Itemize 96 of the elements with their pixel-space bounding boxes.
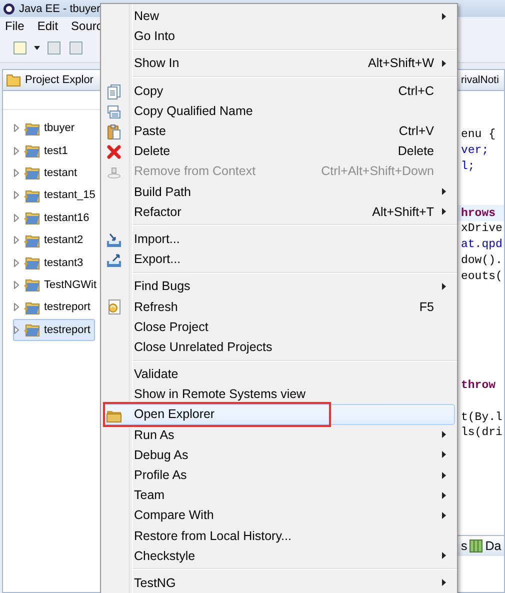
menu-item[interactable]: Copy Ctrl+C bbox=[103, 80, 455, 101]
menu-bar-item[interactable]: Edit bbox=[37, 18, 58, 32]
copy-icon bbox=[106, 84, 122, 100]
project-tree-item[interactable]: TestNGWit bbox=[44, 278, 97, 291]
project-folder-icon bbox=[23, 300, 40, 315]
expand-arrow-icon[interactable] bbox=[14, 146, 19, 155]
menu-item[interactable]: Profile As bbox=[103, 464, 455, 486]
expand-arrow-icon[interactable] bbox=[14, 326, 19, 334]
code-line: l; bbox=[461, 160, 475, 173]
code-line: throw bbox=[461, 379, 496, 392]
project-folder-icon bbox=[23, 188, 40, 203]
window-title: Java EE - tbuyer bbox=[19, 2, 100, 14]
export-icon bbox=[106, 252, 122, 268]
menu-item[interactable]: Show In Alt+Shift+W bbox=[103, 53, 455, 74]
submenu-arrow-icon bbox=[442, 60, 446, 67]
code-line: ls(dri bbox=[461, 426, 502, 440]
menu-item[interactable]: Close Project bbox=[103, 316, 455, 337]
menu-item[interactable]: Debug As bbox=[103, 444, 455, 465]
menu-item[interactable]: Checkstyle bbox=[103, 546, 455, 566]
submenu-arrow-icon bbox=[442, 552, 446, 560]
submenu-arrow-icon bbox=[442, 512, 446, 519]
project-tree-item[interactable]: testant_15 bbox=[44, 189, 96, 202]
menu-item[interactable]: Export... bbox=[103, 249, 455, 270]
submenu-arrow-icon bbox=[442, 282, 446, 290]
expand-arrow-icon[interactable] bbox=[14, 303, 19, 312]
code-line: ver; bbox=[461, 144, 489, 158]
submenu-arrow-icon bbox=[442, 12, 446, 20]
project-folder-icon bbox=[23, 277, 40, 292]
project-folder-icon bbox=[23, 165, 40, 180]
paste-icon bbox=[106, 124, 122, 140]
menu-item[interactable]: Open Explorer bbox=[103, 404, 455, 425]
expand-arrow-icon[interactable] bbox=[14, 191, 19, 200]
submenu-arrow-icon bbox=[442, 492, 446, 499]
code-line: xDrive bbox=[461, 222, 502, 236]
project-folder-icon bbox=[23, 255, 40, 270]
project-tree-item[interactable]: testant2 bbox=[44, 234, 84, 246]
project-tree-item[interactable]: tbuyer bbox=[44, 122, 75, 134]
code-line: hrows bbox=[461, 206, 496, 220]
app-logo-icon bbox=[3, 2, 15, 14]
map-icon bbox=[469, 539, 484, 553]
menu-item[interactable]: Refresh F5 bbox=[103, 296, 455, 317]
menu-item[interactable]: Run As bbox=[103, 424, 455, 445]
menu-item[interactable]: New bbox=[103, 6, 455, 26]
project-tree-item[interactable]: testant bbox=[44, 166, 78, 179]
menu-item[interactable]: TestNG bbox=[103, 572, 455, 593]
menu-item[interactable]: Delete Delete bbox=[103, 141, 455, 162]
menu-item[interactable]: Copy Qualified Name bbox=[103, 100, 455, 121]
refresh-icon bbox=[106, 299, 122, 316]
import-icon bbox=[106, 232, 122, 248]
code-line: eouts( bbox=[461, 270, 502, 283]
code-line: enu { bbox=[461, 128, 496, 142]
panel-tab[interactable]: s bbox=[461, 539, 468, 553]
code-line: dow(). bbox=[461, 254, 502, 267]
submenu-arrow-icon bbox=[442, 472, 446, 479]
menu-item[interactable]: Paste Ctrl+V bbox=[103, 120, 455, 142]
code-line: at.qpd bbox=[461, 238, 502, 252]
project-folder-icon bbox=[23, 322, 40, 338]
submenu-arrow-icon bbox=[442, 431, 446, 438]
delete-icon bbox=[106, 144, 122, 160]
editor-tab[interactable]: rivalNoti bbox=[461, 74, 499, 86]
project-tree-item[interactable]: testant16 bbox=[44, 212, 90, 224]
copy-icon bbox=[106, 104, 122, 120]
menu-item[interactable]: Close Unrelated Projects bbox=[103, 336, 455, 357]
submenu-arrow-icon bbox=[442, 579, 446, 586]
expand-arrow-icon[interactable] bbox=[14, 214, 19, 222]
menu-item[interactable]: Show in Remote Systems view bbox=[103, 384, 455, 404]
expand-arrow-icon[interactable] bbox=[14, 124, 19, 132]
panel-tab[interactable]: Da bbox=[485, 539, 502, 553]
menu-item[interactable]: Compare With bbox=[103, 505, 455, 526]
menu-item[interactable]: Build Path bbox=[103, 182, 455, 202]
menu-item[interactable]: Find Bugs bbox=[103, 276, 455, 296]
folder-icon bbox=[6, 74, 21, 86]
project-tree-item[interactable]: test1 bbox=[44, 144, 68, 157]
menu-item[interactable]: Go Into bbox=[103, 26, 455, 46]
menu-item[interactable]: Refactor Alt+Shift+T bbox=[103, 202, 455, 222]
project-tree-item[interactable]: testreport bbox=[44, 301, 90, 314]
expand-arrow-icon[interactable] bbox=[14, 168, 19, 177]
menu-item[interactable]: Team bbox=[103, 485, 455, 506]
project-folder-icon bbox=[23, 143, 40, 158]
menu-bar-item[interactable]: File bbox=[5, 18, 24, 32]
expand-arrow-icon[interactable] bbox=[14, 258, 19, 267]
project-tree-item[interactable]: testant3 bbox=[44, 256, 84, 269]
submenu-arrow-icon bbox=[442, 188, 446, 196]
project-folder-icon bbox=[23, 232, 40, 248]
project-folder-icon bbox=[23, 120, 40, 136]
menu-item[interactable]: Restore from Local History... bbox=[103, 526, 455, 546]
expand-arrow-icon[interactable] bbox=[14, 280, 19, 289]
submenu-arrow-icon bbox=[442, 451, 446, 458]
code-line: t(By.l bbox=[461, 410, 502, 424]
menu-item[interactable]: Validate bbox=[103, 364, 455, 384]
submenu-arrow-icon bbox=[442, 208, 446, 216]
menu-item[interactable]: Import... bbox=[103, 228, 455, 250]
expand-arrow-icon[interactable] bbox=[14, 236, 19, 244]
dropdown-caret-icon[interactable] bbox=[34, 46, 40, 50]
project-folder-icon bbox=[23, 210, 40, 226]
project-explorer-tab[interactable]: Project Explor bbox=[25, 74, 94, 86]
